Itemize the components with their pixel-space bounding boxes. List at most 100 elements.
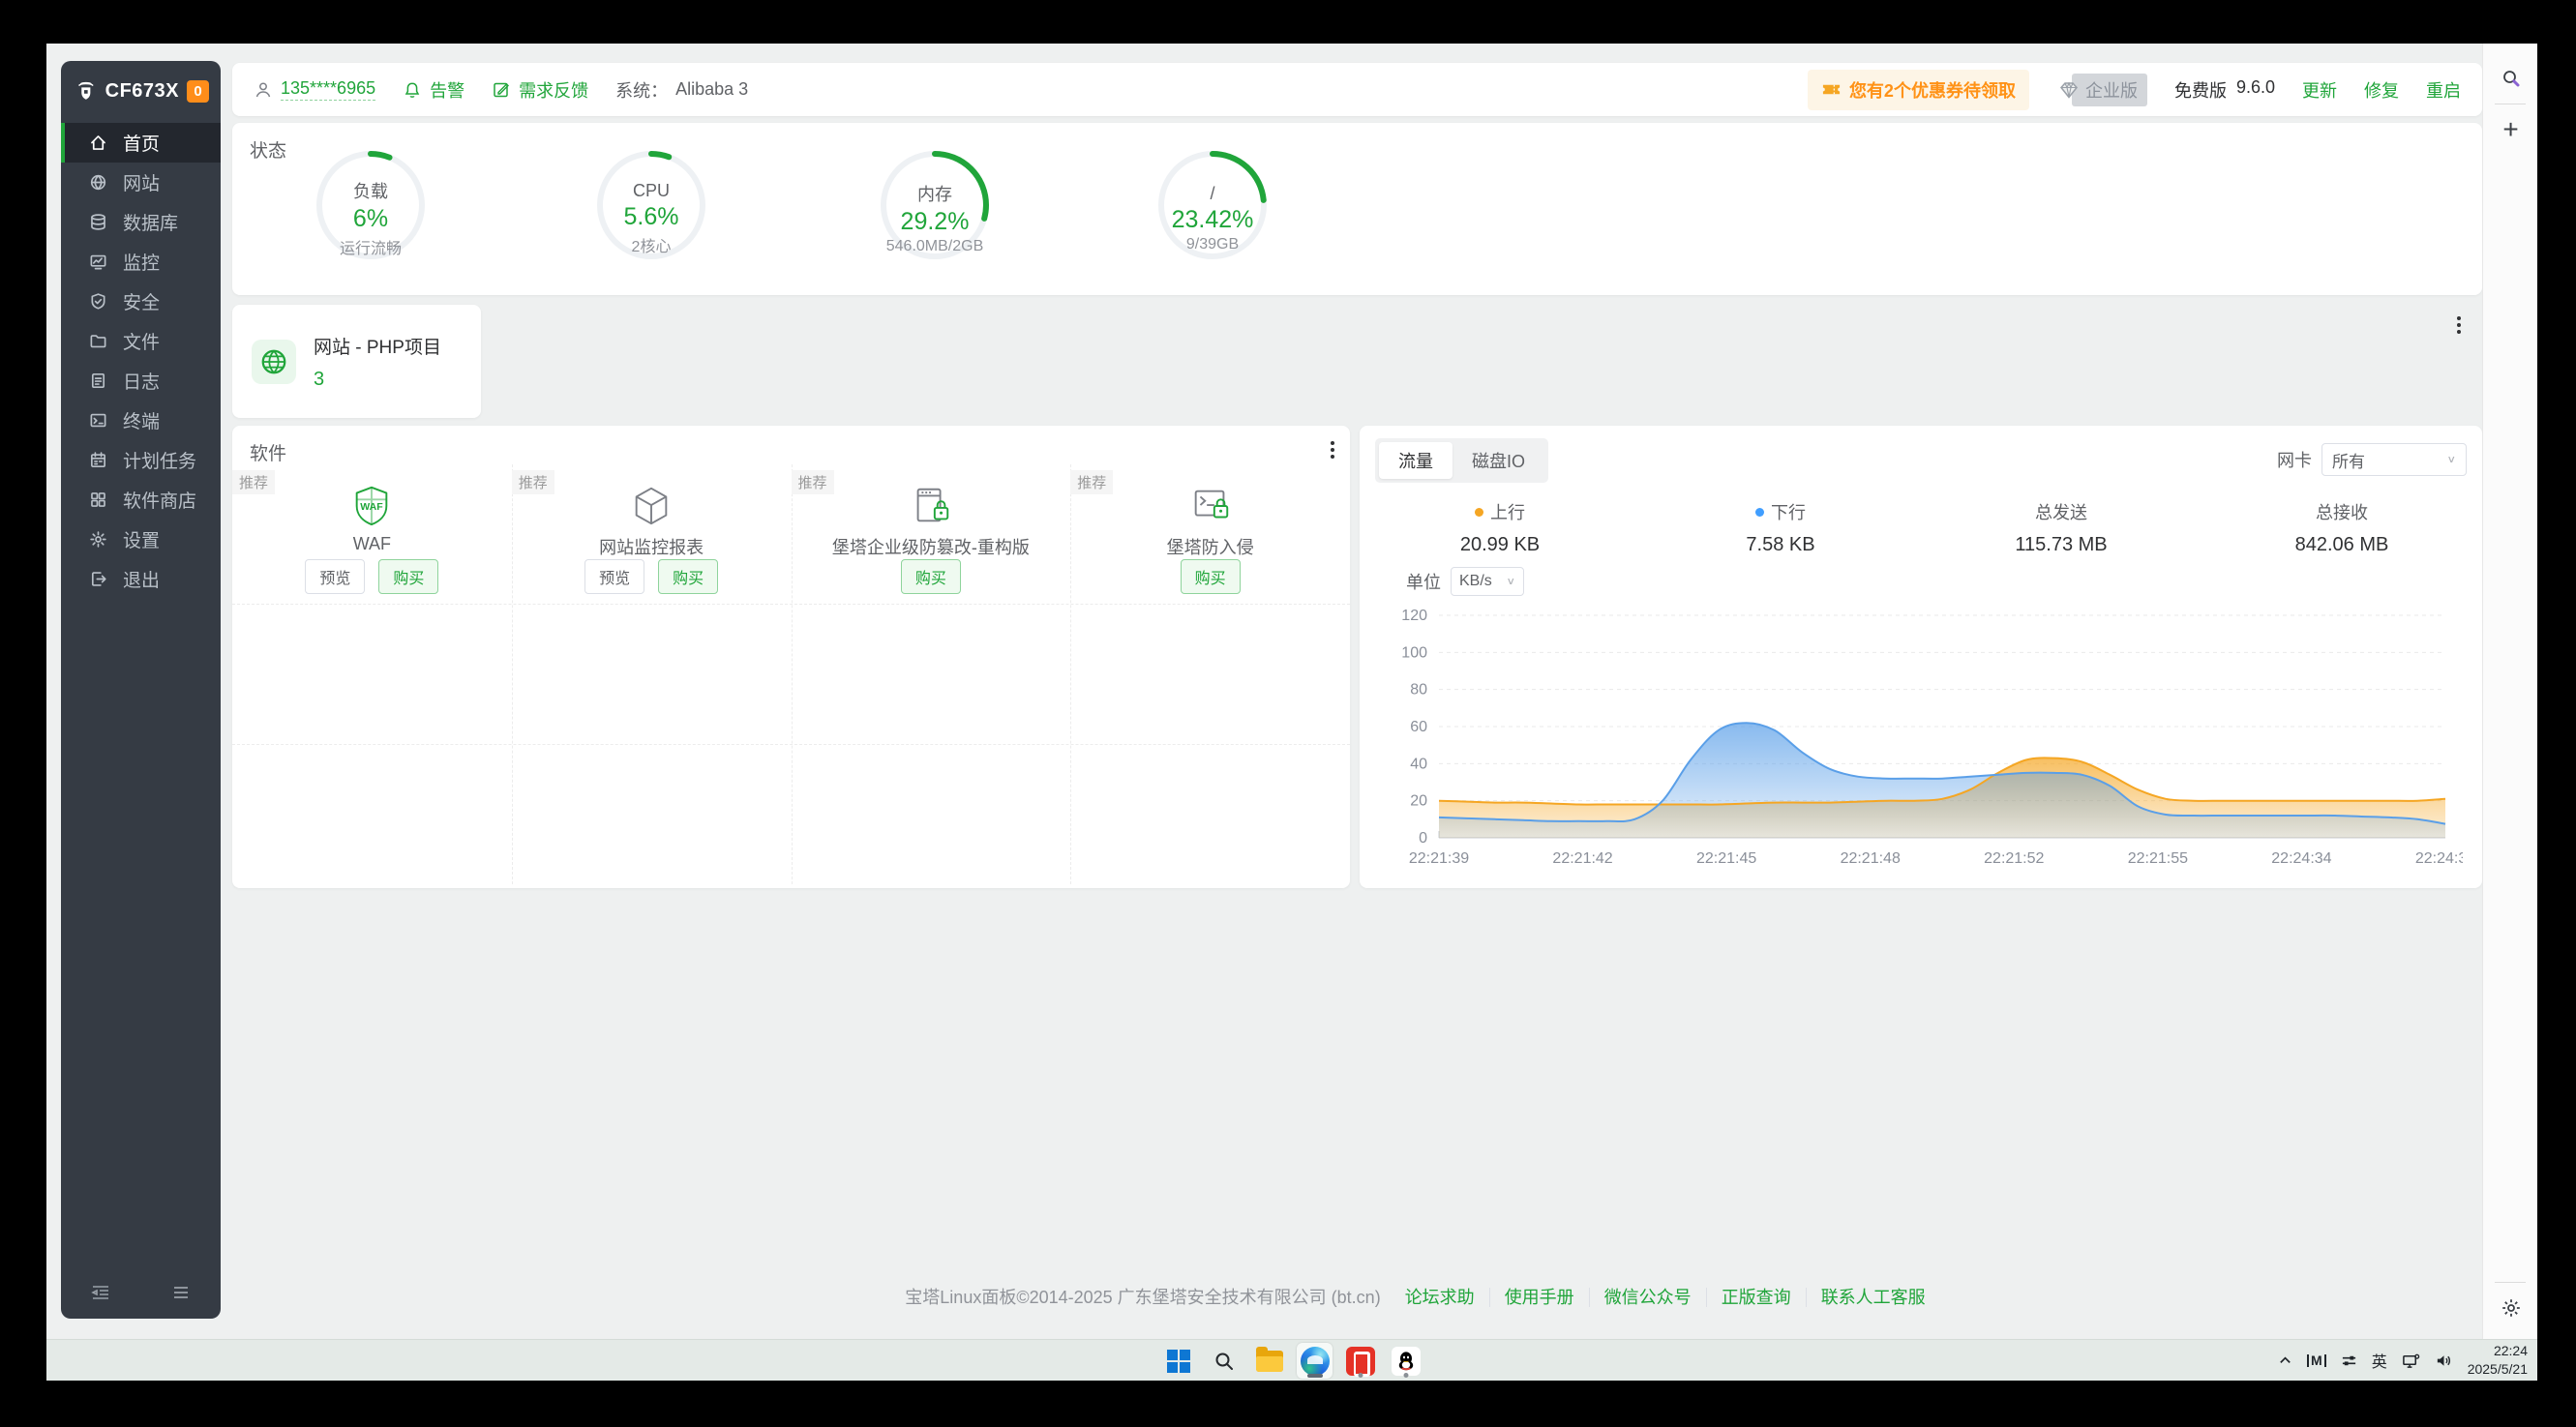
sidebar-item-settings[interactable]: 设置 — [61, 520, 221, 559]
windows-search-icon[interactable] — [1206, 1343, 1242, 1379]
windows-start-icon[interactable] — [1160, 1343, 1196, 1379]
gauge-memory[interactable]: 内存 29.2% 546.0MB/2GB — [872, 148, 998, 288]
sidebar-item-logs[interactable]: 日志 — [61, 361, 221, 401]
red-app-icon[interactable] — [1342, 1343, 1378, 1379]
qq-app-icon[interactable] — [1388, 1343, 1423, 1379]
coupon-banner[interactable]: 您有2个优惠券待领取 — [1808, 70, 2029, 110]
buy-button[interactable]: 购买 — [658, 559, 718, 594]
nic-value: 所有 — [2332, 448, 2365, 472]
nic-select[interactable]: 所有 ∨ — [2321, 443, 2467, 476]
ime-indicator[interactable]: 英 — [2372, 1349, 2387, 1372]
sidebar-item-website[interactable]: 网站 — [61, 163, 221, 202]
footer-link-4[interactable]: 联系人工客服 — [1806, 1288, 1940, 1307]
rail-add-icon[interactable]: + — [2483, 108, 2538, 151]
system-value: Alibaba 3 — [675, 79, 748, 100]
edge-browser-icon[interactable] — [1297, 1343, 1333, 1379]
sidebar-item-label: 安全 — [123, 288, 160, 314]
software-card-site-monitor-report: 推荐 网站监控报表 预览购买 — [512, 464, 792, 604]
user-account[interactable]: 135****6965 — [254, 78, 375, 101]
rail-settings-icon[interactable] — [2483, 1287, 2538, 1329]
site-php-card[interactable]: 网站 - PHP项目 3 — [232, 305, 481, 418]
sidebar-item-monitor[interactable]: 监控 — [61, 242, 221, 282]
sidebar-item-home[interactable]: 首页 — [61, 123, 221, 163]
file-explorer-icon[interactable] — [1251, 1343, 1287, 1379]
message-count-badge[interactable]: 0 — [187, 80, 209, 103]
svg-text:22:24:34: 22:24:34 — [2271, 850, 2331, 867]
sidebar-item-logout[interactable]: 退出 — [61, 559, 221, 599]
software-name: 堡塔企业级防篡改-重构版 — [792, 534, 1071, 559]
sidebar-item-label: 计划任务 — [123, 447, 196, 473]
gauge-value: 6% — [308, 205, 434, 233]
alarm-button[interactable]: 告警 — [403, 77, 464, 103]
software-grid: 推荐 WAF WAF 预览购买推荐 网站监控报表 预览购买推荐 堡塔企业级防篡改… — [232, 464, 1350, 884]
sidebar-item-label: 首页 — [123, 130, 160, 156]
footer-link-3[interactable]: 正版查询 — [1706, 1288, 1806, 1307]
gauge-label: CPU — [588, 181, 714, 201]
sidebar-item-terminal[interactable]: 终端 — [61, 401, 221, 440]
sidebar-item-label: 日志 — [123, 368, 160, 394]
preview-button[interactable]: 预览 — [305, 559, 365, 594]
gauge-cpu[interactable]: CPU 5.6% 2核心 — [588, 148, 714, 288]
logo-row[interactable]: CF673X 0 — [61, 61, 221, 117]
taskbar-clock[interactable]: 22:24 2025/5/21 — [2468, 1342, 2528, 1379]
unit-value: KB/s — [1459, 573, 1492, 590]
svg-text:20: 20 — [1410, 793, 1427, 810]
terminal-icon — [89, 411, 107, 430]
legend-dot — [1475, 508, 1483, 517]
gauge-disk-root[interactable]: / 23.42% 9/39GB — [1150, 148, 1275, 288]
gauge-value: 29.2% — [872, 208, 998, 236]
logout-icon — [89, 570, 107, 588]
feedback-edit-icon — [492, 80, 511, 100]
network-display-icon[interactable] — [2402, 1352, 2420, 1370]
tab-disk-io[interactable]: 磁盘IO — [1453, 442, 1544, 479]
software-card-waf: 推荐 WAF WAF 预览购买 — [232, 464, 512, 604]
software-card-intrusion-prevention: 推荐 堡塔防入侵 购买 — [1070, 464, 1350, 604]
unit-select[interactable]: KB/s ∨ — [1451, 567, 1524, 596]
box-icon — [629, 484, 674, 533]
update-button[interactable]: 更新 — [2302, 77, 2337, 103]
enterprise-badge: 企业版 — [2072, 74, 2147, 106]
sidebar-item-database[interactable]: 数据库 — [61, 202, 221, 242]
enterprise-upgrade[interactable]: 企业版 — [2056, 74, 2147, 106]
feedback-button[interactable]: 需求反馈 — [492, 77, 588, 103]
preview-button[interactable]: 预览 — [584, 559, 644, 594]
restart-button[interactable]: 重启 — [2426, 77, 2461, 103]
buy-button[interactable]: 购买 — [378, 559, 438, 594]
rail-search-icon[interactable] — [2483, 57, 2538, 100]
footer-link-2[interactable]: 微信公众号 — [1589, 1288, 1706, 1307]
site-card-count[interactable]: 3 — [314, 369, 441, 391]
tray-expand-icon[interactable] — [2278, 1353, 2292, 1368]
stat-value: 115.73 MB — [1921, 534, 2202, 556]
sidebar-item-app-store[interactable]: 软件商店 — [61, 480, 221, 520]
svg-text:100: 100 — [1401, 644, 1427, 661]
footer-link-1[interactable]: 使用手册 — [1489, 1288, 1589, 1307]
tab-flow[interactable]: 流量 — [1379, 442, 1453, 479]
browser-side-rail: + — [2482, 44, 2537, 1339]
sidebar-item-label: 监控 — [123, 249, 160, 275]
sidebar-menu: 首页网站数据库监控安全文件日志终端计划任务软件商店设置退出 — [61, 123, 221, 599]
svg-text:22:21:52: 22:21:52 — [1984, 850, 2044, 867]
footer: 宝塔Linux面板©2014-2025 广东堡塔安全技术有限公司 (bt.cn)… — [418, 1284, 2427, 1309]
server-lock-icon — [909, 484, 953, 533]
buy-button[interactable]: 购买 — [1181, 559, 1241, 594]
collapse-sidebar-icon[interactable] — [90, 1282, 111, 1303]
sidebar-item-security[interactable]: 安全 — [61, 282, 221, 321]
layout-menu-icon[interactable] — [2457, 316, 2461, 334]
menu-list-icon[interactable] — [170, 1282, 192, 1303]
svg-text:40: 40 — [1410, 756, 1427, 772]
gauge-sub: 2核心 — [588, 233, 714, 256]
speaker-icon[interactable] — [2435, 1352, 2453, 1370]
sidebar-item-cron[interactable]: 计划任务 — [61, 440, 221, 480]
software-name: 堡塔防入侵 — [1070, 534, 1350, 559]
gauge-load[interactable]: 负载 6% 运行流畅 — [308, 148, 434, 288]
repair-button[interactable]: 修复 — [2364, 77, 2399, 103]
software-menu-icon[interactable] — [1331, 441, 1334, 459]
tray-app-icon[interactable]: M — [2307, 1354, 2326, 1367]
footer-link-0[interactable]: 论坛求助 — [1391, 1288, 1489, 1307]
sidebar-item-label: 软件商店 — [123, 487, 196, 513]
traffic-area-chart[interactable]: 02040608010012022:21:3922:21:4222:21:452… — [1369, 598, 2463, 888]
chevron-down-icon: ∨ — [2446, 454, 2456, 466]
sidebar-item-files[interactable]: 文件 — [61, 321, 221, 361]
tray-settings-sliders-icon[interactable] — [2341, 1353, 2357, 1369]
buy-button[interactable]: 购买 — [901, 559, 961, 594]
